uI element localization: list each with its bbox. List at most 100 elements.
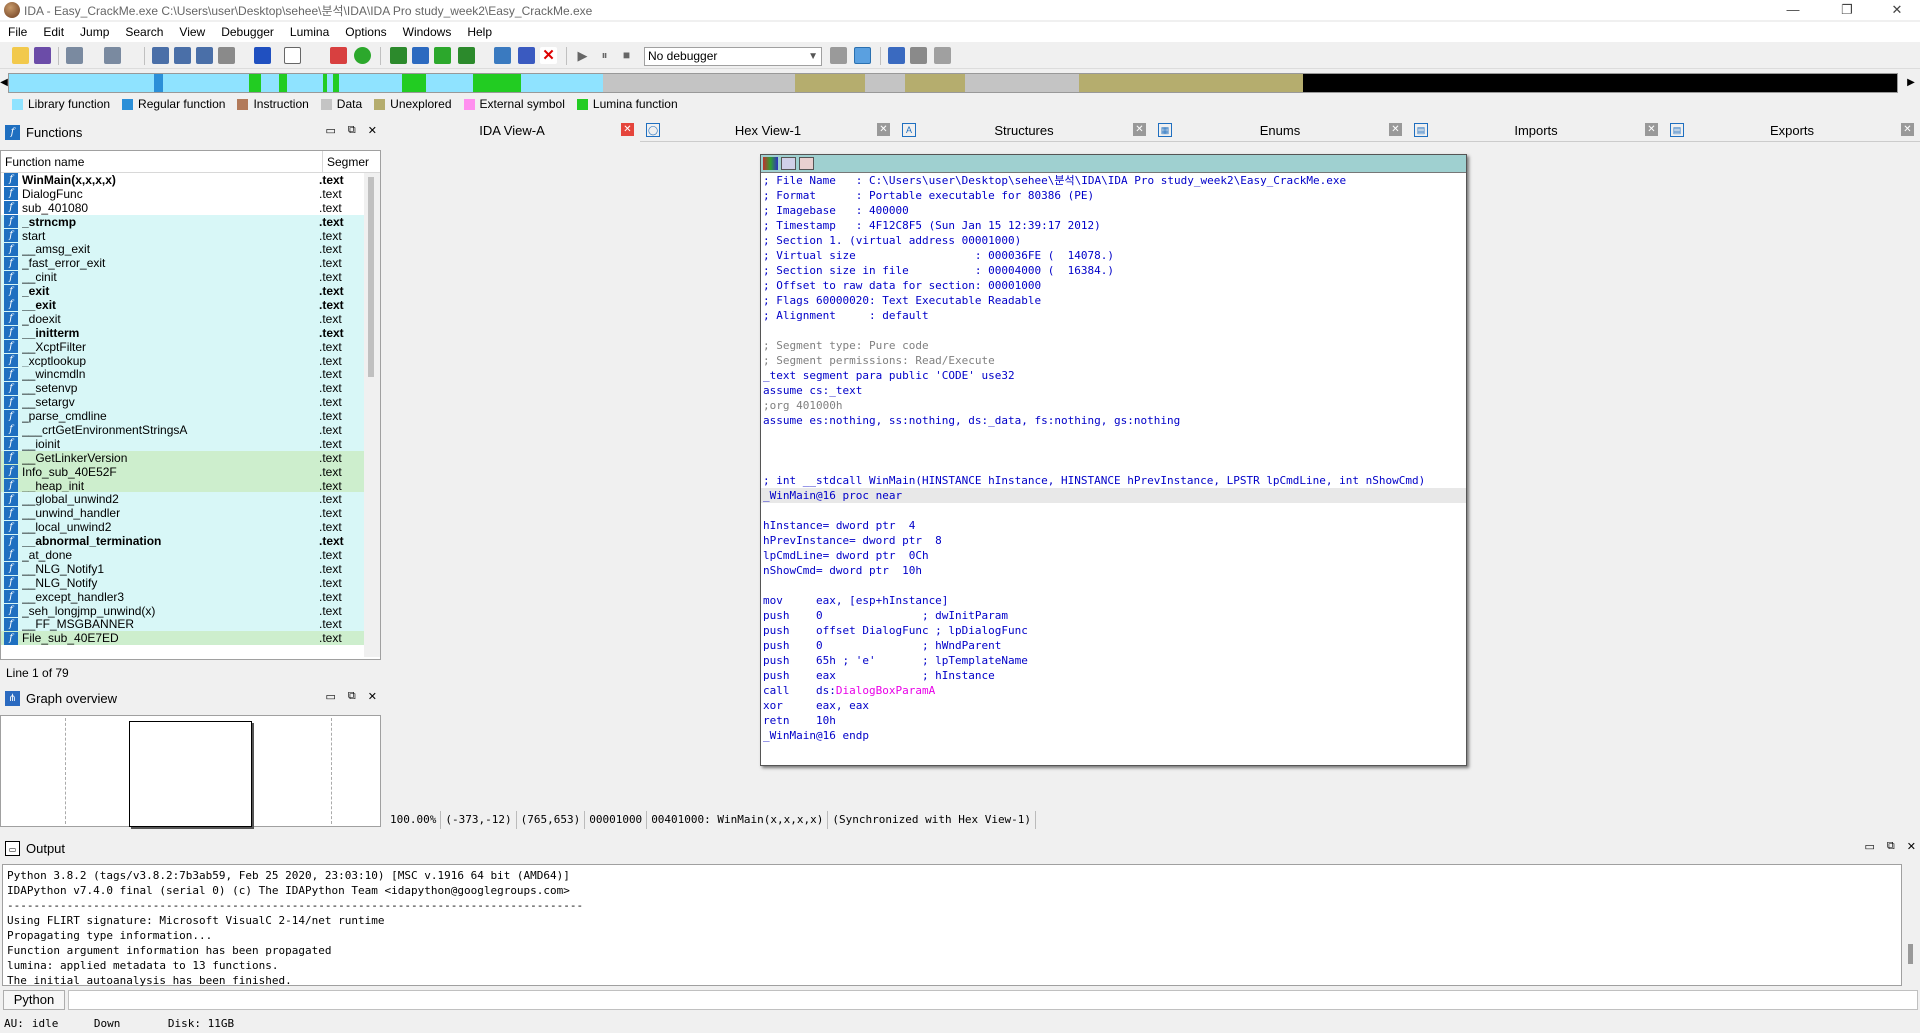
tab-imports[interactable]: ▤ Imports ✕ (1408, 118, 1664, 142)
disasm-line[interactable]: ; Offset to raw data for section: 000010… (761, 278, 1466, 293)
debug-options-icon[interactable] (830, 47, 847, 64)
maximize-panel-icon[interactable]: ▭ (326, 124, 336, 137)
disasm-line[interactable]: ; File Name : C:\Users\user\Desktop\sehe… (761, 173, 1466, 188)
menu-file[interactable]: File (0, 25, 35, 39)
scrollbar-thumb[interactable] (368, 177, 374, 377)
disasm-line[interactable] (761, 443, 1466, 458)
maximize-panel-icon[interactable]: ▭ (326, 690, 336, 703)
function-row[interactable]: f File_sub_40E7ED .text (1, 631, 380, 645)
function-row[interactable]: f __FF_MSGBANNER .text (1, 617, 380, 631)
menu-help[interactable]: Help (459, 25, 500, 39)
function-row[interactable]: f __ioinit .text (1, 437, 380, 451)
disassembly-code[interactable]: ; File Name : C:\Users\user\Desktop\sehe… (761, 173, 1466, 743)
function-row[interactable]: f _strncmp .text (1, 215, 380, 229)
patch-icon[interactable] (494, 47, 511, 64)
function-row[interactable]: f _fast_error_exit .text (1, 256, 380, 270)
function-row[interactable]: f start .text (1, 229, 380, 243)
scrollbar-thumb[interactable] (1908, 944, 1913, 964)
disasm-line[interactable]: push eax ; hInstance (761, 668, 1466, 683)
back-arrow-icon[interactable] (66, 47, 83, 64)
text-view-icon[interactable] (284, 47, 301, 64)
disasm-line[interactable]: push 0 ; hWndParent (761, 638, 1466, 653)
function-row[interactable]: f _seh_longjmp_unwind(x) .text (1, 604, 380, 618)
tab-enums[interactable]: ▦ Enums ✕ (1152, 118, 1408, 142)
disasm-line[interactable] (761, 428, 1466, 443)
run-icon[interactable]: ▶ (574, 47, 591, 64)
function-row[interactable]: f __setenvp .text (1, 381, 380, 395)
function-row[interactable]: f _parse_cmdline .text (1, 409, 380, 423)
disasm-line[interactable]: push 65h ; 'e' ; lpTemplateName (761, 653, 1466, 668)
structure-icon[interactable] (412, 47, 429, 64)
search-next-icon[interactable] (218, 47, 235, 64)
float-panel-icon[interactable]: ⧉ (1887, 840, 1895, 853)
restore-button[interactable]: ❐ (1824, 0, 1870, 20)
float-panel-icon[interactable]: ⧉ (348, 124, 356, 137)
output-scrollbar[interactable] (1904, 864, 1918, 986)
delete-x-icon[interactable]: ✕ (540, 47, 557, 64)
disasm-line[interactable]: _text segment para public 'CODE' use32 (761, 368, 1466, 383)
search-binary-icon[interactable] (196, 47, 213, 64)
menu-debugger[interactable]: Debugger (213, 25, 282, 39)
pause-icon[interactable]: ⏸ (596, 47, 613, 64)
close-tab-icon[interactable]: ✕ (1901, 123, 1914, 136)
color-palette-icon[interactable] (763, 157, 778, 170)
nav-right-arrow-icon[interactable]: ▶ (1904, 73, 1918, 93)
maximize-panel-icon[interactable]: ▭ (1865, 840, 1875, 853)
disasm-line[interactable] (761, 578, 1466, 593)
function-row[interactable]: f _at_done .text (1, 548, 380, 562)
nav-left-arrow-icon[interactable]: ◀ (0, 73, 8, 93)
close-panel-icon[interactable]: ✕ (368, 690, 377, 703)
python-command-input[interactable] (68, 990, 1918, 1010)
output-window[interactable]: Python 3.8.2 (tags/v3.8.2:7b3ab59, Feb 2… (2, 864, 1902, 987)
xref-icon[interactable] (458, 47, 475, 64)
disasm-line[interactable]: ; Section 1. (virtual address 00001000) (761, 233, 1466, 248)
column-segment[interactable]: Segmer (323, 155, 369, 169)
disassembly-block[interactable]: ; File Name : C:\Users\user\Desktop\sehe… (760, 154, 1467, 766)
imported-symbol[interactable]: DialogBoxParamA (836, 684, 935, 697)
close-tab-icon[interactable]: ✕ (877, 123, 890, 136)
menu-edit[interactable]: Edit (35, 25, 72, 39)
close-tab-icon[interactable]: ✕ (1133, 123, 1146, 136)
forward-arrow-icon[interactable] (104, 47, 121, 64)
function-row[interactable]: f __global_unwind2 .text (1, 492, 380, 506)
graph-edit-icon[interactable] (781, 157, 796, 170)
tab-ida-view-a[interactable]: IDA View-A ✕ (384, 118, 640, 142)
graph-red-icon[interactable] (330, 47, 347, 64)
disasm-line[interactable]: ; Timestamp : 4F12C8F5 (Sun Jan 15 12:39… (761, 218, 1466, 233)
down-arrow-icon[interactable] (254, 47, 271, 64)
function-row[interactable]: f _xcptlookup .text (1, 354, 380, 368)
function-row[interactable]: f sub_401080 .text (1, 201, 380, 215)
disasm-line[interactable]: ; Segment permissions: Read/Execute (761, 353, 1466, 368)
tab-hex-view-1[interactable]: ◯ Hex View-1 ✕ (640, 118, 896, 142)
debugger-select[interactable]: No debugger ▼ (644, 47, 822, 66)
function-row[interactable]: f _doexit .text (1, 312, 380, 326)
function-row[interactable]: f __unwind_handler .text (1, 506, 380, 520)
disasm-line[interactable]: push offset DialogFunc ; lpDialogFunc (761, 623, 1466, 638)
edit-icon[interactable] (518, 47, 535, 64)
disasm-line[interactable]: _WinMain@16 endp (761, 728, 1466, 743)
close-tab-icon[interactable]: ✕ (621, 123, 634, 136)
minimize-button[interactable]: — (1770, 0, 1816, 20)
menu-windows[interactable]: Windows (395, 25, 460, 39)
disasm-line[interactable]: hInstance= dword ptr 4 (761, 518, 1466, 533)
debugger-settings-icon[interactable] (934, 47, 951, 64)
close-button[interactable]: ✕ (1874, 0, 1920, 20)
close-panel-icon[interactable]: ✕ (368, 124, 377, 137)
open-folder-icon[interactable] (12, 47, 29, 64)
close-panel-icon[interactable]: ✕ (1907, 840, 1916, 853)
disasm-line[interactable]: ; Virtual size : 000036FE ( 14078.) (761, 248, 1466, 263)
save-icon[interactable] (34, 47, 51, 64)
float-panel-icon[interactable]: ⧉ (348, 690, 356, 703)
disasm-line[interactable]: ;org 401000h (761, 398, 1466, 413)
search-text-icon[interactable] (174, 47, 191, 64)
disasm-line[interactable]: hPrevInstance= dword ptr 8 (761, 533, 1466, 548)
disasm-line[interactable]: ; Flags 60000020: Text Executable Readab… (761, 293, 1466, 308)
tab-exports[interactable]: ▤ Exports ✕ (1664, 118, 1920, 142)
create-function-icon[interactable] (390, 47, 407, 64)
function-row[interactable]: f _exit .text (1, 284, 380, 298)
disasm-line[interactable] (761, 323, 1466, 338)
disasm-line[interactable]: nShowCmd= dword ptr 10h (761, 563, 1466, 578)
function-row[interactable]: f __GetLinkerVersion .text (1, 451, 380, 465)
disasm-line[interactable]: _WinMain@16 proc near (761, 488, 1466, 503)
binoculars-icon[interactable] (152, 47, 169, 64)
